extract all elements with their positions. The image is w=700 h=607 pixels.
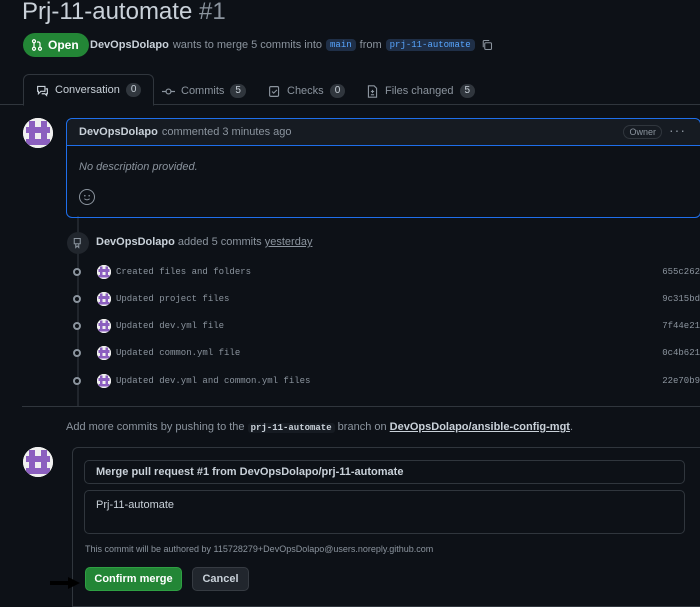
commit-icon <box>73 377 81 385</box>
commit-avatar[interactable] <box>97 319 111 333</box>
tab-label: Files changed <box>385 85 454 97</box>
timeline-divider <box>22 406 700 407</box>
identicon <box>23 118 53 148</box>
comment-action: commented 3 minutes ago <box>161 126 292 138</box>
commit-icon <box>73 322 81 330</box>
tab-label: Conversation <box>55 84 120 96</box>
pr-author-link[interactable]: DevOpsDolapo <box>90 39 169 51</box>
tab-counter: 5 <box>459 84 476 98</box>
arrow-right-icon <box>50 577 80 589</box>
tab-counter: 0 <box>125 83 142 97</box>
hint-suffix: . <box>569 421 574 433</box>
hint-branch: prj-11-automate <box>247 423 335 433</box>
base-branch[interactable]: main <box>326 39 356 51</box>
commit-sha[interactable]: 655c262 <box>662 267 700 277</box>
tab-counter: 0 <box>329 84 346 98</box>
merge-text: wants to merge 5 commits into <box>172 39 323 51</box>
commit-row[interactable]: Updated common.yml file 0c4b621 <box>70 345 700 361</box>
checklist-icon <box>269 85 280 97</box>
commit-icon <box>162 87 175 95</box>
commit-icon <box>73 349 81 357</box>
repo-link[interactable]: DevOpsDolapo/ansible-config-mgt <box>390 421 570 433</box>
event-time[interactable]: yesterday <box>265 236 313 248</box>
smiley-icon[interactable] <box>79 189 95 205</box>
identicon <box>23 447 53 477</box>
commit-icon <box>73 268 81 276</box>
commit-avatar[interactable] <box>97 265 111 279</box>
conversation-icon <box>37 85 48 97</box>
avatar[interactable] <box>23 118 53 148</box>
commit-row[interactable]: Updated dev.yml file 7f44e21 <box>70 318 700 334</box>
event-author[interactable]: DevOpsDolapo <box>96 236 175 248</box>
commit-title-input[interactable]: Merge pull request #1 from DevOpsDolapo/… <box>84 460 685 484</box>
copy-icon[interactable] <box>481 39 493 51</box>
comment-box: DevOpsDolapo commented 3 minutes ago Own… <box>66 118 700 218</box>
commit-sha[interactable]: 7f44e21 <box>662 321 700 331</box>
from-text: from <box>359 39 382 51</box>
pr-number: #1 <box>198 0 226 25</box>
commit-sha[interactable]: 22e70b9 <box>662 376 700 386</box>
comment-body: No description provided. <box>79 161 198 173</box>
commit-row[interactable]: Updated dev.yml and common.yml files 22e… <box>70 373 700 389</box>
confirm-merge-button[interactable]: Confirm merge <box>85 567 182 591</box>
comment-header: DevOpsDolapo commented 3 minutes ago Own… <box>67 119 700 146</box>
event-action: added 5 commits <box>177 236 262 248</box>
commit-message[interactable]: Updated dev.yml file <box>116 321 224 331</box>
kebab-menu-icon[interactable]: ··· <box>669 122 686 138</box>
repo-push-icon <box>67 232 89 254</box>
hint-prefix: Add more commits by pushing to the <box>66 421 245 433</box>
commit-row[interactable]: Updated project files 9c315bd <box>70 291 700 307</box>
commit-message[interactable]: Updated project files <box>116 294 229 304</box>
commit-sha[interactable]: 9c315bd <box>662 294 700 304</box>
commit-row[interactable]: Created files and folders 655c262 <box>70 264 700 280</box>
commit-message[interactable]: Created files and folders <box>116 267 251 277</box>
commit-message-textarea[interactable]: Prj-11-automate <box>84 490 685 534</box>
tab-label: Checks <box>287 85 324 97</box>
avatar[interactable] <box>23 447 53 477</box>
pull-request-icon <box>31 39 43 51</box>
owner-badge: Owner <box>623 125 662 139</box>
commit-message[interactable]: Updated common.yml file <box>116 348 240 358</box>
authored-note: This commit will be authored by 11572827… <box>85 544 434 554</box>
merge-form: Merge pull request #1 from DevOpsDolapo/… <box>72 447 700 607</box>
pr-title-text: Prj-11-automate <box>22 0 193 25</box>
push-hint: Add more commits by pushing to the prj-1… <box>66 421 573 433</box>
commits-event: DevOpsDolapo added 5 commits yesterday <box>96 236 312 248</box>
tab-commits[interactable]: Commits 5 <box>162 78 246 104</box>
tab-counter: 5 <box>230 84 246 98</box>
tab-files-changed[interactable]: Files changed 5 <box>366 78 476 104</box>
commit-message[interactable]: Updated dev.yml and common.yml files <box>116 376 310 386</box>
commit-avatar[interactable] <box>97 292 111 306</box>
head-branch[interactable]: prj-11-automate <box>385 39 475 51</box>
hint-middle: branch on <box>337 421 387 433</box>
tab-label: Commits <box>181 85 225 97</box>
commit-sha[interactable]: 0c4b621 <box>662 348 700 358</box>
pr-title: Prj-11-automate #1 <box>22 0 226 26</box>
file-diff-icon <box>367 84 378 98</box>
tab-conversation[interactable]: Conversation 0 <box>23 74 155 106</box>
commit-icon <box>73 295 81 303</box>
status-label: Open <box>48 38 79 52</box>
comment-author[interactable]: DevOpsDolapo <box>79 126 158 138</box>
cancel-button[interactable]: Cancel <box>192 567 249 591</box>
pr-meta: DevOpsDolapo wants to merge 5 commits in… <box>90 39 493 51</box>
commit-avatar[interactable] <box>97 346 111 360</box>
commit-avatar[interactable] <box>97 374 111 388</box>
status-badge: Open <box>23 33 89 57</box>
tab-checks[interactable]: Checks 0 <box>268 78 346 104</box>
